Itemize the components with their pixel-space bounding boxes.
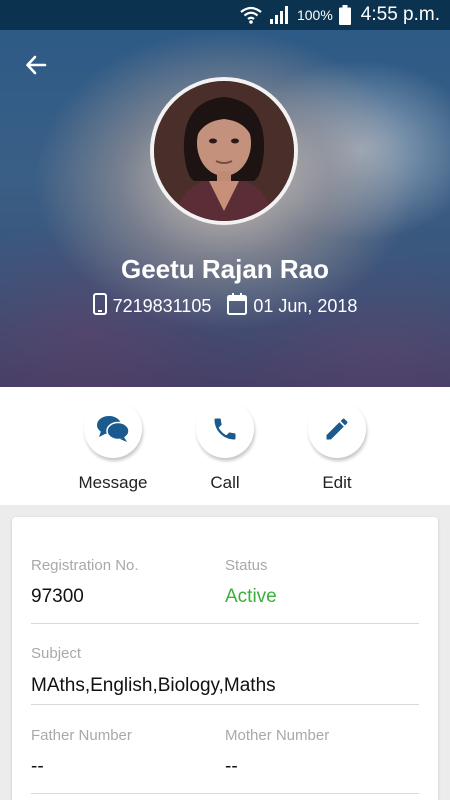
mother-number-value: -- [225,756,238,777]
profile-meta: 7219831105 01 Jun, 2018 [0,293,450,320]
message-label: Message [78,473,148,492]
registration-label: Registration No. [31,557,139,574]
details-row-subject: Subject MAths,English,Biology,Maths [31,645,419,705]
father-number-value: -- [31,756,44,777]
clock: 4:55 p.m. [360,4,440,25]
battery-percent: 100% [296,7,333,23]
wifi-icon [239,5,263,25]
message-button[interactable]: Message [63,400,163,493]
phone-icon [214,418,236,440]
edit-label: Edit [322,473,352,492]
registration-value: 97300 [31,586,84,607]
profile-header: Geetu Rajan Rao 7219831105 01 Jun, 2018 [0,30,450,387]
status-label: Status [225,557,268,574]
profile-name: Geetu Rajan Rao [120,254,330,284]
call-button[interactable]: Call [175,400,275,493]
subject-value: MAths,English,Biology,Maths [31,675,276,696]
father-number-label: Father Number [31,727,132,744]
details-row-registration: Registration No. 97300 Status Active [31,557,419,624]
details-row-parents: Father Number -- Mother Number -- [31,727,419,794]
mobile-phone-icon [92,293,107,320]
pencil-icon [326,418,348,440]
details-card: Registration No. 97300 Status Active Sub… [12,517,438,800]
back-button[interactable] [18,50,54,80]
avatar [150,77,298,225]
status-bar: 100% 4:55 p.m. [0,0,450,30]
subject-label: Subject [31,645,82,662]
profile-phone: 7219831105 [112,296,212,316]
call-label: Call [210,473,240,492]
chat-bubbles-icon [97,416,130,442]
status-value: Active [225,586,277,607]
calendar-icon [227,293,248,320]
mother-number-label: Mother Number [225,727,330,744]
arrow-left-icon [26,55,47,75]
profile-date: 01 Jun, 2018 [253,296,358,316]
avatar-photo [154,81,294,221]
signal-icon [269,5,291,25]
battery-icon [338,5,351,25]
action-bar: Message Call Edit [0,387,450,505]
edit-button[interactable]: Edit [287,400,387,493]
